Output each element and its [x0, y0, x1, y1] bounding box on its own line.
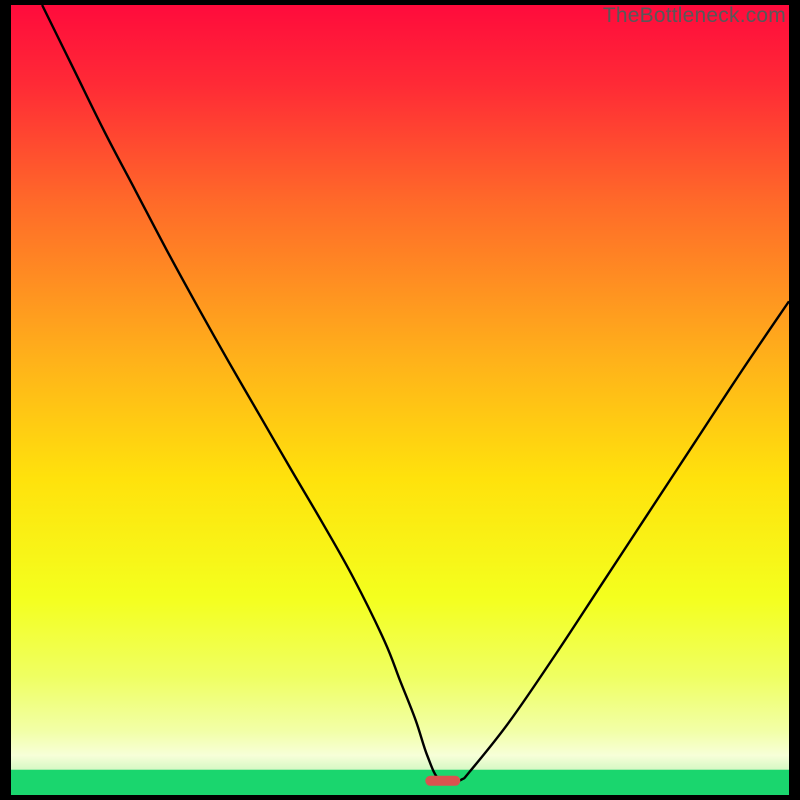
chart-frame	[11, 5, 789, 795]
watermark-text: TheBottleneck.com	[603, 4, 786, 28]
optimum-marker	[425, 776, 460, 786]
bottleneck-chart	[11, 5, 789, 795]
green-band	[11, 770, 789, 795]
gradient-background	[11, 5, 789, 795]
